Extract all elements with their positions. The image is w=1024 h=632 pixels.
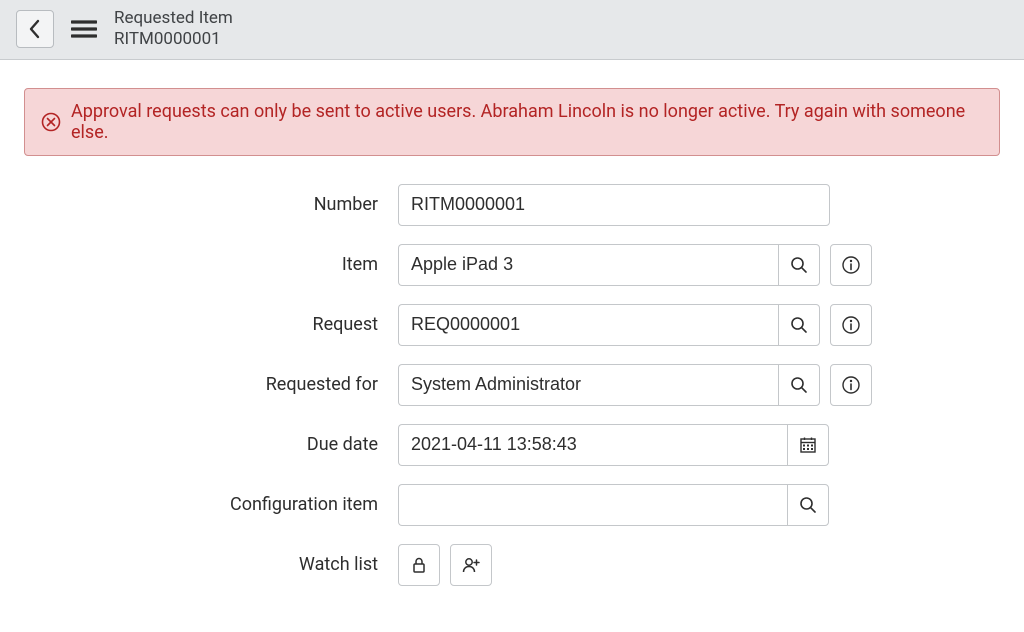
form: Number Item bbox=[24, 184, 924, 586]
lock-icon bbox=[411, 556, 427, 574]
number-input[interactable] bbox=[398, 184, 830, 226]
alert-text: Approval requests can only be sent to ac… bbox=[71, 101, 983, 143]
request-label: Request bbox=[24, 314, 384, 335]
info-icon bbox=[841, 255, 861, 275]
due-date-picker-button[interactable] bbox=[787, 424, 829, 466]
requested-for-label: Requested for bbox=[24, 374, 384, 395]
item-label: Item bbox=[24, 254, 384, 275]
number-label: Number bbox=[24, 194, 384, 215]
requested-for-input[interactable] bbox=[398, 364, 778, 406]
watch-list-add-user-button[interactable] bbox=[450, 544, 492, 586]
request-info-button[interactable] bbox=[830, 304, 872, 346]
item-lookup-button[interactable] bbox=[778, 244, 820, 286]
content-area: Approval requests can only be sent to ac… bbox=[0, 60, 1024, 632]
watch-list-lock-button[interactable] bbox=[398, 544, 440, 586]
request-lookup-button[interactable] bbox=[778, 304, 820, 346]
item-input[interactable] bbox=[398, 244, 778, 286]
watch-list-label: Watch list bbox=[24, 554, 384, 575]
chevron-left-icon bbox=[28, 19, 42, 39]
error-icon bbox=[41, 112, 61, 132]
calendar-icon bbox=[799, 436, 817, 454]
record-id: RITM0000001 bbox=[114, 29, 233, 50]
error-alert: Approval requests can only be sent to ac… bbox=[24, 88, 1000, 156]
number-row: Number bbox=[24, 184, 924, 226]
watch-list-row: Watch list bbox=[24, 544, 924, 586]
request-row: Request bbox=[24, 304, 924, 346]
configuration-item-label: Configuration item bbox=[24, 494, 384, 515]
context-menu-button[interactable] bbox=[68, 13, 100, 45]
info-icon bbox=[841, 375, 861, 395]
page-title: Requested Item bbox=[114, 8, 233, 29]
configuration-item-input[interactable] bbox=[398, 484, 787, 526]
due-date-label: Due date bbox=[24, 434, 384, 455]
menu-icon bbox=[71, 19, 97, 39]
item-info-button[interactable] bbox=[830, 244, 872, 286]
search-icon bbox=[790, 376, 808, 394]
item-row: Item bbox=[24, 244, 924, 286]
page-header: Requested Item RITM0000001 bbox=[0, 0, 1024, 60]
requested-for-info-button[interactable] bbox=[830, 364, 872, 406]
requested-for-lookup-button[interactable] bbox=[778, 364, 820, 406]
info-icon bbox=[841, 315, 861, 335]
due-date-row: Due date bbox=[24, 424, 924, 466]
search-icon bbox=[790, 316, 808, 334]
configuration-item-lookup-button[interactable] bbox=[787, 484, 829, 526]
requested-for-row: Requested for bbox=[24, 364, 924, 406]
back-button[interactable] bbox=[16, 10, 54, 48]
search-icon bbox=[799, 496, 817, 514]
add-user-icon bbox=[461, 556, 481, 574]
header-titles: Requested Item RITM0000001 bbox=[114, 8, 233, 51]
request-input[interactable] bbox=[398, 304, 778, 346]
configuration-item-row: Configuration item bbox=[24, 484, 924, 526]
search-icon bbox=[790, 256, 808, 274]
due-date-input[interactable] bbox=[398, 424, 787, 466]
